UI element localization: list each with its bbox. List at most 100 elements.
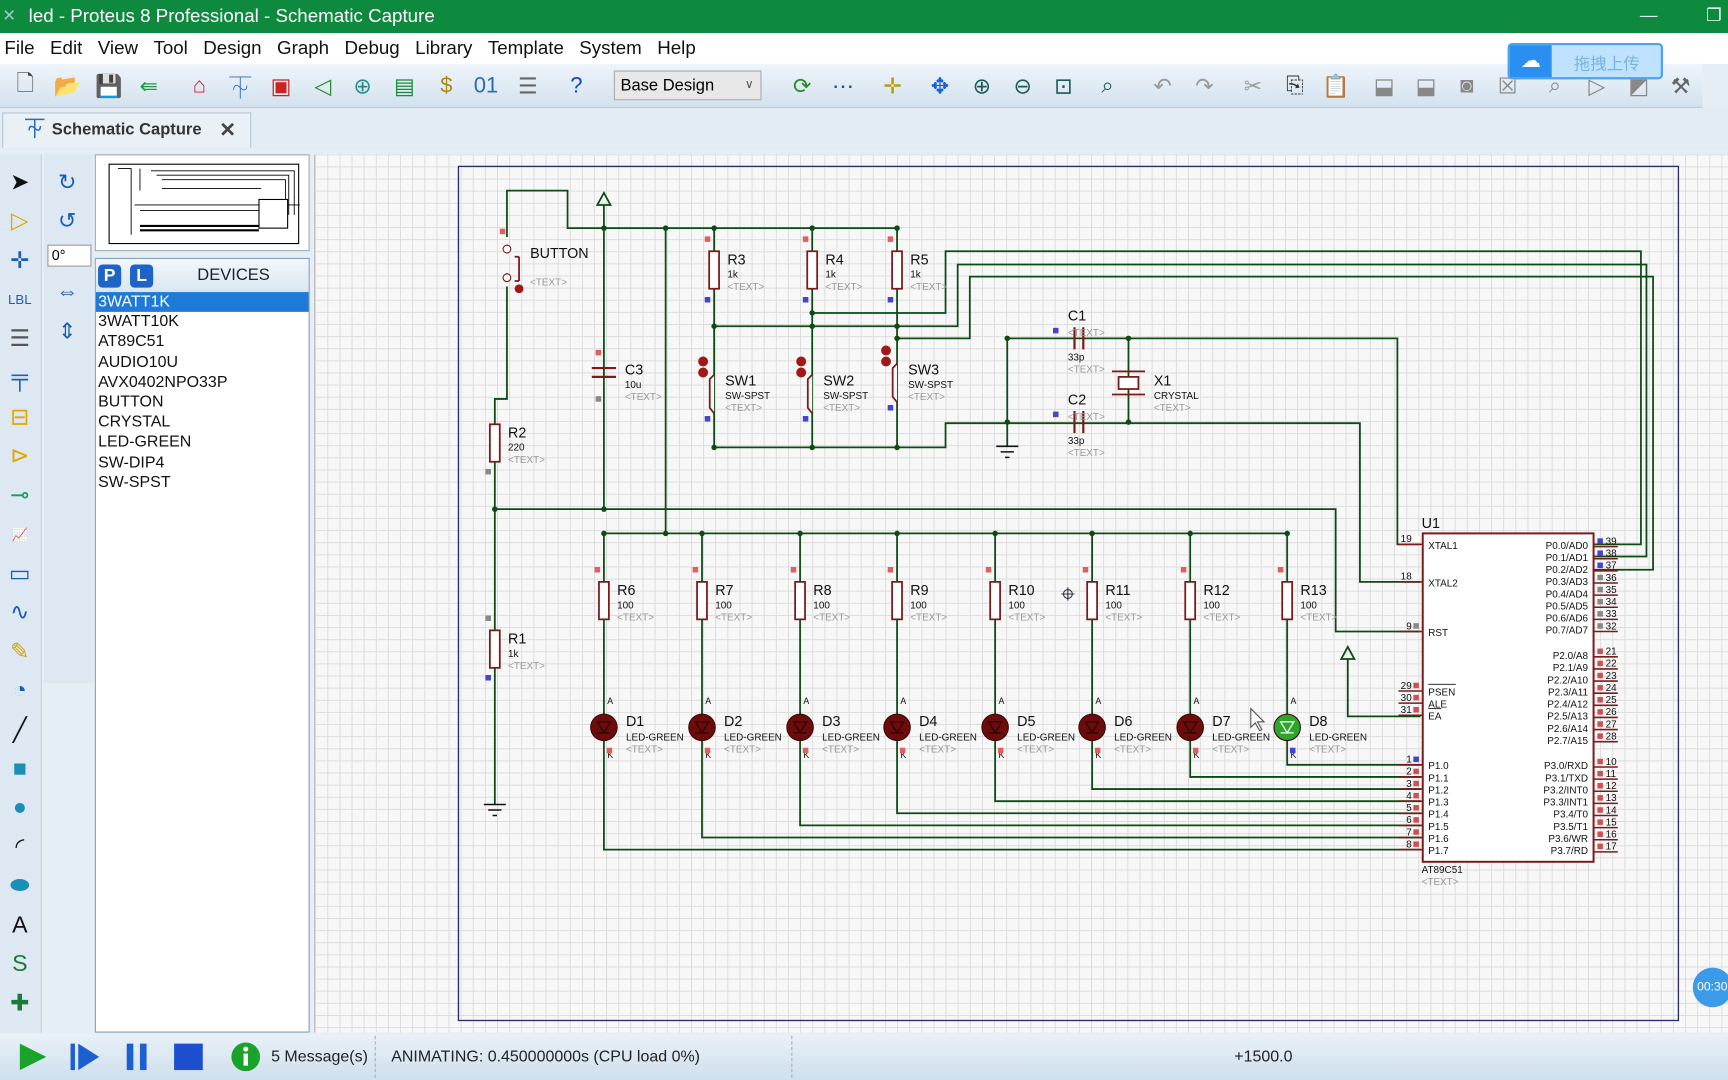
menu-graph[interactable]: Graph [277,33,329,64]
bom-icon[interactable]: ▤ [388,69,421,102]
resistor[interactable] [806,250,819,290]
switch-symbol[interactable] [806,374,813,414]
upload-widget[interactable]: ☁ 拖拽上传 [1507,42,1663,80]
menu-view[interactable]: View [98,33,138,64]
text-icon[interactable]: A [3,909,36,942]
device-item[interactable]: 3WATT10K [96,312,309,332]
circle-icon[interactable]: ● [3,791,36,824]
subcircuit-icon[interactable]: ⊟ [3,400,36,433]
resistor[interactable] [1281,580,1294,621]
device-item[interactable]: 3WATT1K [95,292,309,313]
graph-icon[interactable]: 📈 [3,517,36,550]
pick-device-button[interactable]: P [98,264,122,288]
device-list[interactable]: 3WATT1K 3WATT10K AT89C51 AUDIO10U AVX0402NPO… [95,292,309,492]
path-icon[interactable]: ⬬ [3,870,36,903]
pan-icon[interactable]: ✥ [924,69,957,102]
resistor[interactable] [488,629,501,669]
resistor[interactable] [891,250,903,290]
junction-icon[interactable]: ✛ [3,244,36,277]
resistor[interactable] [488,423,501,463]
resistor[interactable] [696,580,708,621]
info-icon[interactable] [229,1040,262,1073]
resistor[interactable] [891,580,903,621]
device-item[interactable]: CRYSTAL [96,412,309,432]
decompose-icon[interactable]: ⚒ [1664,69,1697,102]
component-mode-icon[interactable]: ▷ [3,204,36,237]
import-icon[interactable]: ⇚ [132,69,165,102]
menu-help[interactable]: Help [657,33,696,64]
arc-icon[interactable]: ◜ [3,830,36,863]
device-pin-icon[interactable]: ⊸ [3,478,36,511]
text-script-icon[interactable]: ☰ [3,322,36,355]
switch-actuator[interactable] [698,356,709,367]
device-item[interactable]: AVX0402NPO33P [96,372,309,392]
mirror-vertical-icon[interactable]: ⇕ [51,314,84,347]
zoom-out-icon[interactable]: ⊖ [1006,69,1039,102]
menu-system[interactable]: System [579,33,641,64]
schematic-icon[interactable]: ⏇ [224,69,257,102]
tab-schematic-capture[interactable]: ⏇ Schematic Capture ✕ [2,112,252,148]
undo-icon[interactable]: ↶ [1146,69,1179,102]
close-icon[interactable]: ✕ [219,114,236,147]
generator-icon[interactable]: ∿ [3,596,36,629]
device-item[interactable]: AUDIO10U [96,352,309,372]
switch-symbol[interactable] [891,363,898,403]
schematic-sheet[interactable]: BUTTON<TEXT>R2220<TEXT>R11k<TEXT>C310u<T… [315,154,1728,1032]
resistor[interactable] [794,580,806,621]
pause-button[interactable] [121,1040,154,1073]
switch-actuator[interactable] [698,367,709,378]
menu-tool[interactable]: Tool [153,33,187,64]
resistor[interactable] [598,580,610,621]
copy-icon[interactable]: ⎘ [1278,69,1311,102]
zoom-all-icon[interactable]: ⊡ [1047,69,1080,102]
gerber-view-icon[interactable]: ⊕ [346,69,379,102]
save-icon[interactable]: 💾 [93,69,126,102]
source-code-icon[interactable]: 01 [469,69,502,102]
library-button[interactable]: L [130,264,154,288]
device-item[interactable]: SW-SPST [96,472,309,492]
design-select[interactable]: Base Design ∨ [613,70,762,101]
device-item[interactable]: AT89C51 [96,332,309,352]
switch-actuator[interactable] [881,345,891,356]
menu-library[interactable]: Library [415,33,472,64]
led-d1[interactable] [590,713,618,742]
switch-actuator[interactable] [881,356,891,367]
bus-icon[interactable]: ╤ [3,361,36,394]
resistor[interactable] [708,250,720,290]
new-file-icon[interactable]: 🗋 [9,69,42,102]
select-mode-icon[interactable]: ➤ [3,165,36,198]
symbol-icon[interactable]: S [3,948,36,981]
virtual-instrument-icon[interactable]: ◔ [3,674,36,707]
switch-actuator[interactable] [796,356,807,367]
menu-edit[interactable]: Edit [50,33,82,64]
led-d8[interactable] [1273,713,1301,742]
open-folder-icon[interactable]: 📂 [51,69,84,102]
led-d7[interactable] [1176,713,1204,742]
rotation-input[interactable]: 0° [47,244,92,267]
wire-label-icon[interactable]: LBL [3,283,36,316]
button-actuator[interactable] [514,284,524,294]
marker-icon[interactable]: ✚ [3,987,36,1020]
rotate-cw-icon[interactable]: ↻ [51,165,84,198]
rotate-ccw-icon[interactable]: ↺ [51,204,84,237]
3d-view-icon[interactable]: ◁ [306,69,339,102]
grid-icon[interactable]: ⋯ [827,69,860,102]
resistor[interactable] [1086,580,1098,621]
menu-debug[interactable]: Debug [345,33,400,64]
resistor[interactable] [989,580,1001,621]
restore-icon[interactable]: ❐ [1706,0,1722,33]
play-button[interactable] [15,1040,48,1073]
switch-symbol[interactable] [708,374,715,414]
home-icon[interactable]: ⌂ [183,69,216,102]
device-item[interactable]: LED-GREEN [96,432,309,452]
tape-recorder-icon[interactable]: ▭ [3,557,36,590]
zoom-area-icon[interactable]: ⌕ [1091,69,1124,102]
device-item[interactable]: SW-DIP4 [96,452,309,472]
led-d6[interactable] [1078,713,1106,742]
box-icon[interactable]: ■ [3,752,36,785]
paste-icon[interactable]: 📋 [1319,69,1352,102]
terminal-icon[interactable]: ⊳ [3,439,36,472]
step-button[interactable] [68,1040,101,1073]
stop-button[interactable] [172,1040,205,1073]
schematic-canvas[interactable]: BUTTON <TEXT> R2 220 <TEXT> R1 1k <TEXT> C3 10u <T… [314,154,1728,1033]
